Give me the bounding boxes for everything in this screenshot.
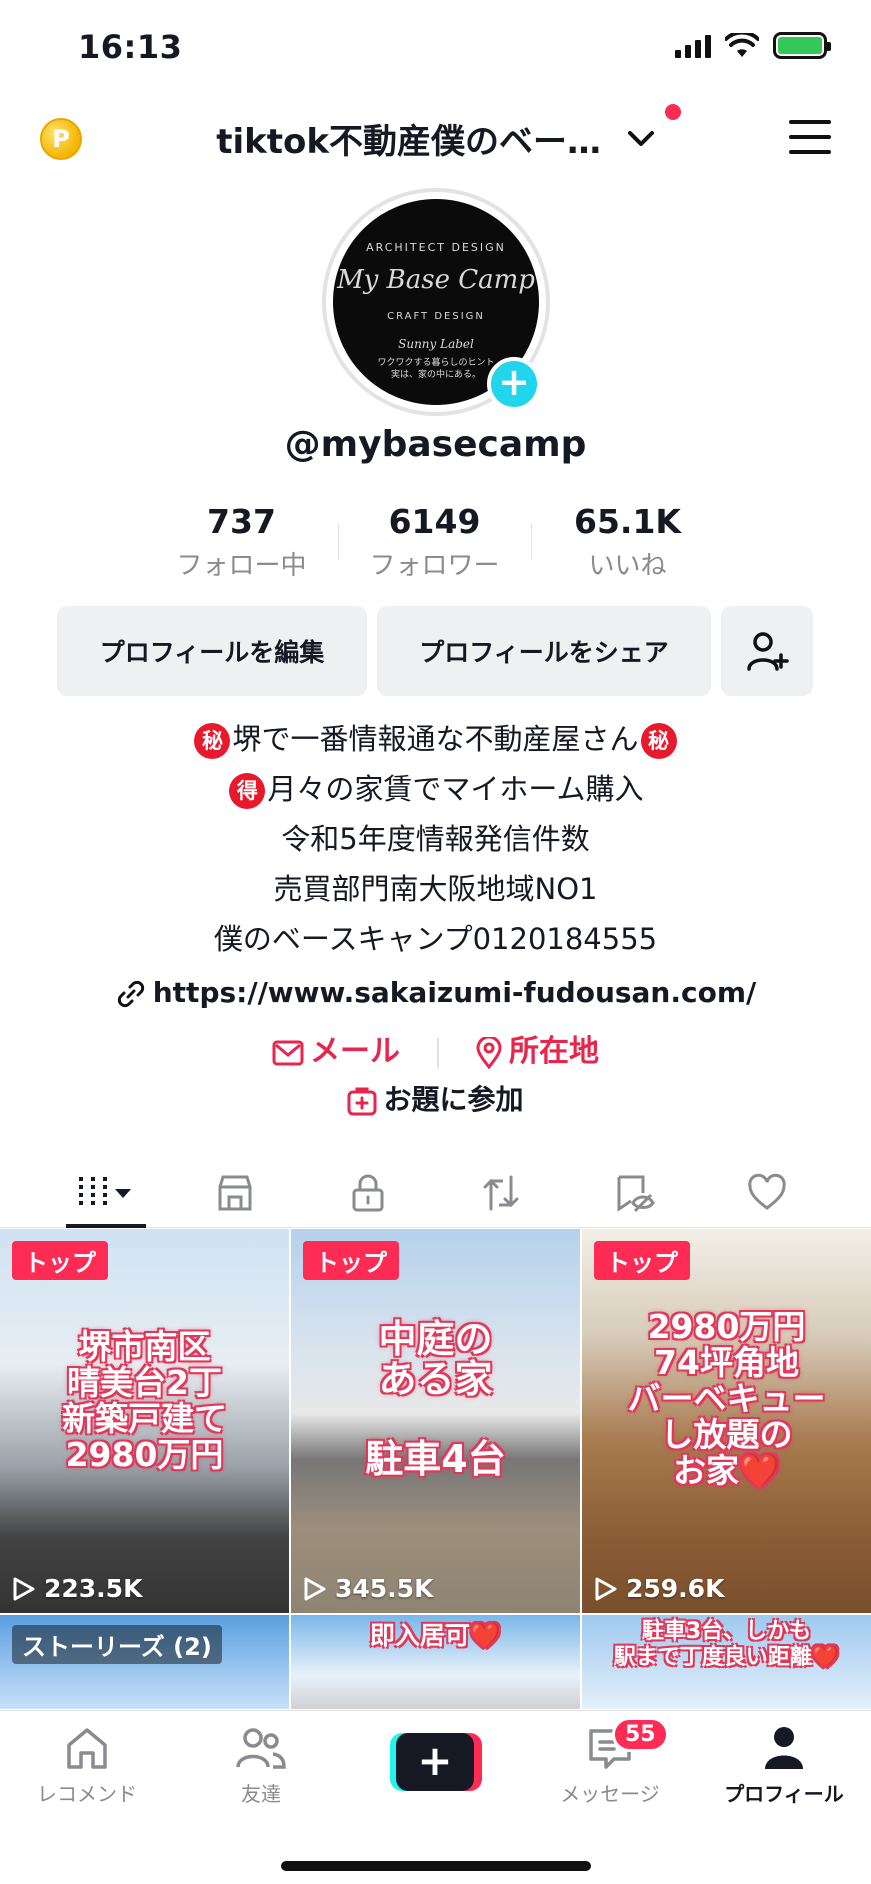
topic-link[interactable]: お題に参加 [0,1078,871,1118]
bio-line-3: 令和5年度情報発信件数 [281,822,590,856]
video-tile[interactable]: トップ 2980万円 74坪角地 バーベキュー し放題の お家❤️ 259.6K [582,1229,871,1613]
video-tile[interactable]: 即入居可❤️ [291,1615,580,1709]
play-icon [304,1577,326,1600]
video-tile[interactable]: トップ 堺市南区 晴美台2丁 新築戸建て 2980万円 223.5K [0,1229,289,1613]
secret-badge-icon: 秘 [640,723,677,759]
nav-profile[interactable]: プロフィール [714,1725,854,1807]
notification-dot [665,104,681,120]
mail-link[interactable]: メール [272,1034,400,1069]
nav-home[interactable]: レコメンド [17,1725,157,1807]
tab-shop[interactable] [195,1160,275,1226]
status-icons [675,32,831,59]
plus-icon: + [396,1733,474,1791]
stories-label: ストーリーズ (2) [12,1625,222,1664]
secret-badge-icon: 秘 [194,723,231,759]
top-nav: P tiktok不動産僕のベー… [0,100,871,180]
link-icon [117,980,144,1008]
account-name: tiktok不動産僕のベー… [216,122,601,162]
wifi-icon [725,32,759,57]
heart-icon [748,1173,786,1210]
create-button[interactable]: + [390,1733,482,1791]
video-overlay-text: 駐車3台、しかも 駅まで丁度良い距離❤️ [613,1619,840,1670]
shop-icon [218,1175,252,1211]
tab-private[interactable] [328,1160,408,1226]
mail-icon [272,1040,304,1065]
status-time: 16:13 [78,28,183,66]
video-tile[interactable]: トップ 中庭の ある家 駐車4台 345.5K [291,1229,580,1613]
pinned-badge: トップ [12,1241,108,1280]
video-tile[interactable]: 駐車3台、しかも 駅まで丁度良い距離❤️ [582,1615,871,1709]
contact-links: メール 所在地 [0,1026,871,1070]
pinned-badge: トップ [594,1241,690,1280]
battery-icon [773,32,831,59]
tab-reposts[interactable] [461,1160,541,1226]
bio: 秘堺で一番情報通な不動産屋さん秘 得月々の家賃でマイホーム購入 令和5年度情報発… [0,714,871,964]
account-switcher[interactable]: tiktok不動産僕のベー… [0,114,871,163]
video-overlay-text: 中庭の ある家 駐車4台 [365,1317,506,1481]
edit-profile-button[interactable]: プロフィールを編集 [57,606,367,696]
followers-stat[interactable]: 6149 フォロワー [338,502,531,582]
add-friend-button[interactable] [721,606,813,696]
share-profile-button[interactable]: プロフィールをシェア [377,606,711,696]
grid-filter-icon [79,1177,131,1209]
likes-stat[interactable]: 65.1K いいね [531,502,724,582]
home-indicator [281,1861,591,1871]
status-bar: 16:13 [0,0,871,90]
add-story-button[interactable]: + [487,357,541,411]
bookmark-eye-icon [617,1175,655,1213]
play-icon [595,1577,617,1600]
bottom-nav: レコメンド 友達 + メッセージ 55 プロフィール [0,1710,871,1884]
deal-badge-icon: 得 [229,773,266,809]
lock-icon [352,1174,384,1212]
view-count: 223.5K [12,1574,142,1603]
content-tabs [0,1160,871,1228]
bio-line-1: 秘堺で一番情報通な不動産屋さん秘 [0,714,871,764]
profile-actions: プロフィールを編集 プロフィールをシェア [57,606,813,696]
profile-icon [765,1727,803,1769]
nav-friends[interactable]: 友達 [191,1725,331,1807]
video-grid: トップ 堺市南区 晴美台2丁 新築戸建て 2980万円 223.5K トップ 中… [0,1229,871,1709]
username: @mybasecamp [284,424,587,465]
view-count: 259.6K [594,1574,724,1603]
location-link[interactable]: 所在地 [475,1034,599,1069]
chevron-down-icon [627,130,654,146]
inbox-badge: 55 [612,1717,669,1752]
menu-icon[interactable] [789,120,831,154]
location-pin-icon [476,1036,502,1069]
play-icon [13,1577,35,1600]
topic-icon [347,1087,377,1116]
tab-favorites[interactable] [594,1160,674,1226]
bio-line-2: 得月々の家賃でマイホーム購入 [0,764,871,814]
friends-icon [236,1728,286,1769]
website-link[interactable]: https://www.sakaizumi-fudousan.com/ [0,976,871,1010]
add-user-icon [747,632,789,671]
tab-liked[interactable] [727,1160,807,1226]
video-overlay-text: 堺市南区 晴美台2丁 新築戸建て 2980万円 [62,1327,227,1474]
following-stat[interactable]: 737 フォロー中 [145,502,338,582]
video-overlay-text: 即入居可❤️ [369,1621,502,1650]
pinned-badge: トップ [303,1241,399,1280]
signal-icon [675,34,711,58]
bio-line-5: 僕のベースキャンプ0120184555 [213,922,658,956]
home-icon [67,1728,107,1769]
profile-stats: 737 フォロー中 6149 フォロワー 65.1K いいね [145,502,725,582]
view-count: 345.5K [303,1574,433,1603]
repost-icon [483,1175,519,1211]
stories-tile[interactable]: ストーリーズ (2) [0,1615,289,1709]
video-overlay-text: 2980万円 74坪角地 バーベキュー し放題の お家❤️ [627,1307,826,1490]
tab-videos[interactable] [62,1160,146,1228]
bio-line-4: 売買部門南大阪地域NO1 [273,872,598,906]
